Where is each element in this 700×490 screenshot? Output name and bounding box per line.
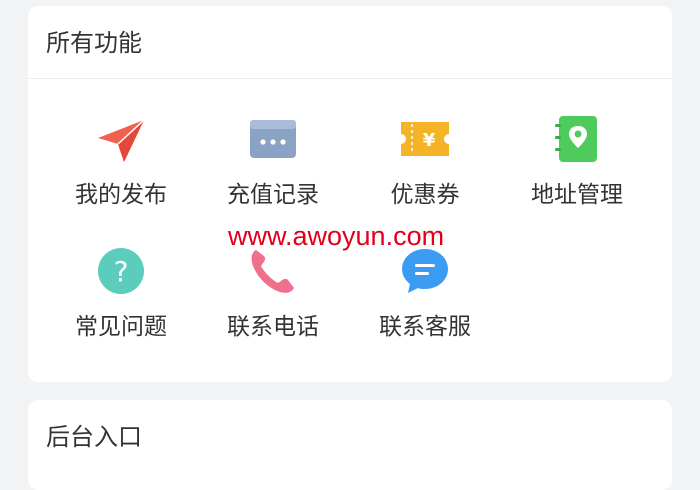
address-book-icon <box>550 112 604 166</box>
menu-item-contact-phone[interactable]: 联系电话 <box>198 244 348 354</box>
menu-item-faq[interactable]: ? 常见问题 <box>46 244 196 354</box>
menu-item-label: 优惠券 <box>390 182 460 208</box>
menu-item-label: 充值记录 <box>227 182 319 208</box>
menu-item-recharge-records[interactable]: 充值记录 <box>198 112 348 222</box>
backend-section-title[interactable]: 后台入口 <box>46 422 142 452</box>
menu-item-my-posts[interactable]: 我的发布 <box>46 112 196 222</box>
menu-item-address-management[interactable]: 地址管理 <box>502 112 652 222</box>
menu-item-label: 常见问题 <box>75 314 167 340</box>
question-icon: ? <box>94 244 148 298</box>
svg-text:?: ? <box>114 255 129 288</box>
functions-card: 所有功能 我的发布 充值记录 ¥ 优惠券 地址管理 ? 常见问题 联系电话 联系… <box>28 6 672 382</box>
functions-section-title: 所有功能 <box>46 29 142 57</box>
coupon-icon: ¥ <box>398 112 452 166</box>
backend-card: 后台入口 <box>28 400 672 490</box>
section-divider <box>28 78 672 79</box>
chat-bubble-icon <box>398 244 452 298</box>
menu-item-coupons[interactable]: ¥ 优惠券 <box>350 112 500 222</box>
paper-plane-icon <box>94 112 148 166</box>
svg-text:¥: ¥ <box>423 130 436 151</box>
menu-item-contact-support[interactable]: 联系客服 <box>350 244 500 354</box>
phone-icon <box>246 244 300 298</box>
watermark-text: www.awoyun.com <box>228 221 445 251</box>
menu-item-label: 联系客服 <box>379 314 471 340</box>
menu-item-label: 地址管理 <box>531 182 623 208</box>
menu-item-label: 我的发布 <box>75 182 167 208</box>
card-icon <box>246 112 300 166</box>
menu-item-label: 联系电话 <box>227 314 319 340</box>
